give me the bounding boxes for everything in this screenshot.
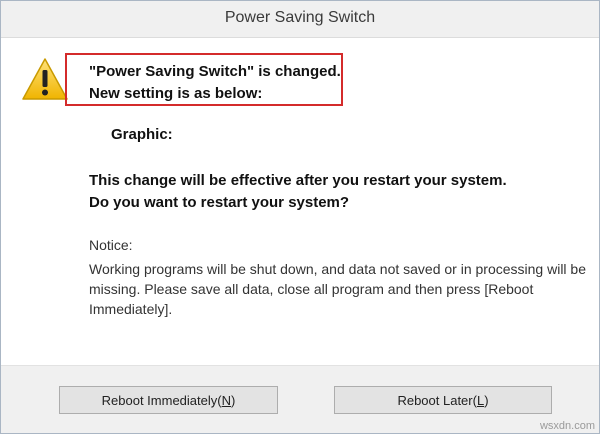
reboot-immediately-label: Reboot Immediately — [101, 392, 218, 408]
warning-icon — [22, 58, 68, 100]
reboot-immediately-button[interactable]: Reboot Immediately(N) — [59, 386, 278, 414]
reboot-immediately-accesskey: N — [221, 392, 231, 408]
effect-line-2: Do you want to restart your system? — [89, 194, 350, 211]
notice-title: Notice: — [89, 237, 133, 253]
message-line-1: "Power Saving Switch" is changed. — [89, 63, 341, 80]
reboot-later-button[interactable]: Reboot Later(L) — [334, 386, 552, 414]
title-bar[interactable]: Power Saving Switch — [1, 1, 599, 38]
reboot-later-accesskey: L — [476, 392, 485, 408]
setting-label: Graphic: — [111, 126, 173, 143]
watermark: wsxdn.com — [539, 420, 595, 432]
dialog-window: Power Saving Switch "Power Saving Switch… — [0, 0, 600, 434]
window-title: Power Saving Switch — [224, 9, 376, 26]
reboot-later-label: Reboot Later — [397, 392, 473, 408]
effect-line-1: This change will be effective after you … — [89, 172, 507, 189]
notice-body: Working programs will be shut down, and … — [89, 261, 586, 317]
message-line-2: New setting is as below: — [89, 85, 263, 102]
button-bar: Reboot Immediately(N) Reboot Later(L) ws… — [1, 365, 599, 433]
